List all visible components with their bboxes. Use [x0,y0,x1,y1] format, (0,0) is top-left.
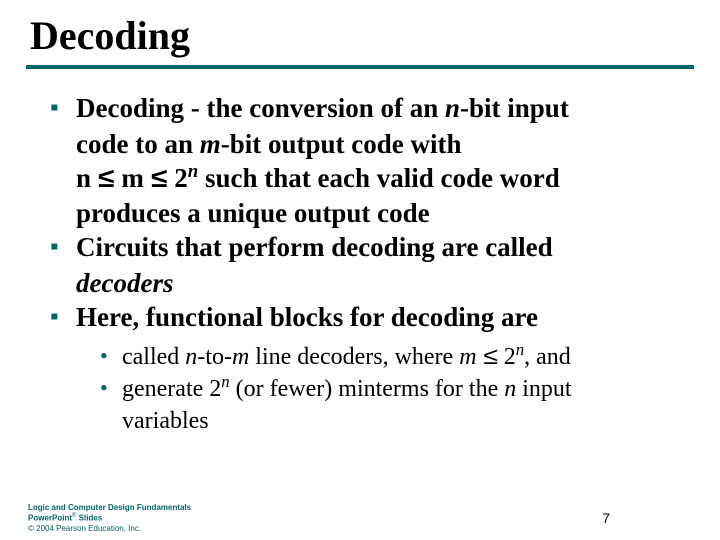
text: Slides [76,514,102,523]
text: PowerPoint [28,514,72,523]
slide: Decoding Decoding - the conversion of an… [0,0,720,540]
bullet-1: Decoding - the conversion of an n-bit in… [50,91,688,126]
var-n: n [504,376,516,402]
bullet-1-cont2: n ≤ m ≤ 2n such that each valid code wor… [76,161,688,196]
sup-n: n [221,372,229,391]
bullet-1-cont: code to an m-bit output code with [76,127,688,162]
text: 2 [167,163,187,193]
bullet-1-cont3: produces a unique output code [76,196,688,231]
var-n: n [445,93,460,123]
dot-bullet-icon [100,342,122,371]
bullet-3: Here, functional blocks for decoding are [50,300,688,335]
footer: Logic and Computer Design Fundamentals P… [28,503,191,534]
sup-n: n [516,340,524,359]
footer-line1: Logic and Computer Design Fundamentals [28,503,191,513]
sub-1: called n-to-m line decoders, where m ≤ 2… [100,342,720,372]
bullet-1-text: Decoding - the conversion of an n-bit in… [76,91,688,126]
text: (or fewer) minterms for the [230,376,505,402]
text: m [115,163,151,193]
text: -to- [197,344,232,370]
text: such that each valid code word [198,163,560,193]
text: called [122,344,185,370]
text: -bit output code with [221,129,462,159]
sub-2-cont: variables [122,406,720,436]
var-m: m [232,344,249,370]
square-bullet-icon [50,230,76,264]
sub-2: generate 2n (or fewer) minterms for the … [100,374,720,404]
sub-bullets: called n-to-m line decoders, where m ≤ 2… [0,336,720,437]
text: - the conversion of an [191,93,445,123]
sub-2-text: generate 2n (or fewer) minterms for the … [122,374,720,404]
slide-body: Decoding - the conversion of an n-bit in… [0,69,720,335]
sup-n: n [188,161,199,182]
text: generate 2 [122,376,221,402]
bullet-2: Circuits that perform decoding are calle… [50,230,688,265]
var-n: n [185,344,197,370]
dot-bullet-icon [100,374,122,403]
bullet-2-text: Circuits that perform decoding are calle… [76,230,688,265]
footer-line3: © 2004 Pearson Education, Inc. [28,524,191,534]
var-m: m [459,344,476,370]
footer-line2: PowerPoint® Slides [28,513,191,524]
leq-symbol: ≤ [482,342,499,372]
bullet-3-text: Here, functional blocks for decoding are [76,300,688,335]
square-bullet-icon [50,300,76,334]
text: , and [524,344,571,370]
page-number: 7 [602,510,610,526]
slide-title: Decoding [0,0,720,63]
text: code to an [76,129,200,159]
text: 2 [498,344,516,370]
text: -bit input [460,93,569,123]
var-m: m [200,129,221,159]
square-bullet-icon [50,91,76,125]
text: input [516,376,571,402]
leq-symbol: ≤ [97,161,116,196]
leq-symbol: ≤ [150,161,169,196]
sub-1-text: called n-to-m line decoders, where m ≤ 2… [122,342,720,372]
text: Decoding [76,93,184,123]
text: n [76,163,98,193]
bullet-2-cont: decoders [76,266,688,301]
text: line decoders, where [249,344,459,370]
